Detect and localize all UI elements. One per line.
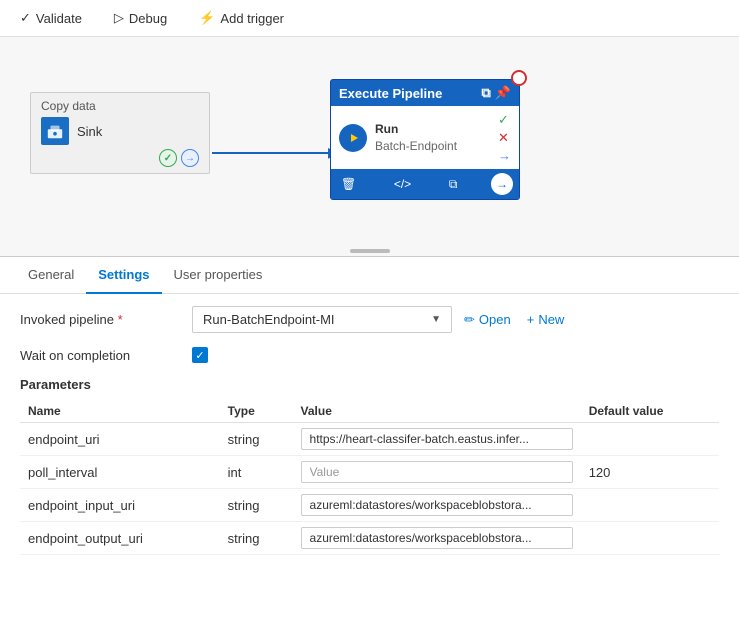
- tab-user-properties[interactable]: User properties: [162, 257, 275, 294]
- run-sub: Batch-Endpoint: [375, 138, 457, 155]
- param-default-value: [581, 423, 719, 456]
- settings-panel: Invoked pipeline * Run-BatchEndpoint-MI …: [0, 294, 739, 567]
- validate-icon: ✓: [20, 10, 31, 26]
- sink-label: Sink: [77, 124, 102, 139]
- param-default-value: [581, 489, 719, 522]
- wait-completion-checkbox[interactable]: ✓: [192, 347, 208, 363]
- error-indicator: [511, 70, 527, 86]
- table-row: endpoint_uristring: [20, 423, 719, 456]
- debug-button[interactable]: ▷ Debug: [110, 8, 171, 28]
- param-name: endpoint_output_uri: [20, 522, 220, 555]
- pipeline-select-dropdown[interactable]: Run-BatchEndpoint-MI ▼: [192, 306, 452, 333]
- toolbar: ✓ Validate ▷ Debug ⚡ Add trigger: [0, 0, 739, 37]
- arrow-connector-badge: →: [181, 149, 199, 167]
- success-connector: ✓: [159, 149, 177, 167]
- code-node-button[interactable]: </>: [390, 175, 415, 193]
- col-header-value: Value: [293, 400, 581, 423]
- table-row: endpoint_output_uristring: [20, 522, 719, 555]
- param-value-cell: [293, 423, 581, 456]
- invoked-pipeline-label: Invoked pipeline *: [20, 312, 180, 327]
- status-success: ✓: [498, 112, 511, 128]
- node-status-indicators: ✓ ✕ →: [498, 112, 511, 163]
- plus-icon: +: [527, 312, 535, 327]
- execute-node-header: Execute Pipeline ⧉ 📌: [331, 80, 519, 106]
- chevron-down-icon: ▼: [431, 314, 441, 325]
- execute-node-body: Run Batch-Endpoint ✓ ✕ →: [331, 106, 519, 169]
- param-value-cell: [293, 489, 581, 522]
- params-header-row: Name Type Value Default value: [20, 400, 719, 423]
- param-type: string: [220, 489, 293, 522]
- param-value-cell: [293, 456, 581, 489]
- bottom-panel: General Settings User properties Invoked…: [0, 257, 739, 567]
- col-header-default: Default value: [581, 400, 719, 423]
- copy-node-button[interactable]: ⧉: [445, 175, 462, 194]
- new-pipeline-button[interactable]: + New: [523, 310, 569, 329]
- param-value-cell: [293, 522, 581, 555]
- wait-completion-row: Wait on completion ✓: [20, 347, 719, 363]
- pin-icon[interactable]: 📌: [495, 85, 511, 101]
- pipeline-arrow: ▶: [212, 144, 339, 161]
- tab-general[interactable]: General: [16, 257, 86, 294]
- run-icon: [339, 124, 367, 152]
- param-value-input[interactable]: [301, 461, 573, 483]
- external-link-icon[interactable]: ⧉: [482, 85, 491, 101]
- validate-button[interactable]: ✓ Validate: [16, 8, 86, 28]
- param-name: poll_interval: [20, 456, 220, 489]
- execute-node-actions: 🗑 </> ⧉ →: [331, 169, 519, 199]
- pencil-icon: ✏: [464, 312, 475, 328]
- required-marker: *: [118, 312, 123, 327]
- invoked-pipeline-row: Invoked pipeline * Run-BatchEndpoint-MI …: [20, 306, 719, 333]
- parameters-table: Name Type Value Default value endpoint_u…: [20, 400, 719, 555]
- execute-node-header-icons: ⧉ 📌: [482, 85, 511, 101]
- param-type: string: [220, 522, 293, 555]
- parameters-title: Parameters: [20, 377, 719, 392]
- sink-icon: [41, 117, 69, 145]
- tabs-bar: General Settings User properties: [0, 257, 739, 294]
- panel-divider[interactable]: [350, 249, 390, 253]
- parameters-section: Parameters Name Type Value Default value…: [20, 377, 719, 555]
- wait-completion-label: Wait on completion: [20, 348, 180, 363]
- copy-data-node[interactable]: Copy data Sink ✓ →: [30, 92, 210, 174]
- debug-icon: ▷: [114, 10, 124, 26]
- param-default-value: 120: [581, 456, 719, 489]
- param-value-input[interactable]: [301, 527, 573, 549]
- pipeline-select-value: Run-BatchEndpoint-MI: [203, 312, 431, 327]
- tab-settings[interactable]: Settings: [86, 257, 161, 294]
- param-type: int: [220, 456, 293, 489]
- delete-node-button[interactable]: 🗑: [337, 175, 360, 193]
- status-arrow: →: [498, 148, 511, 163]
- add-trigger-button[interactable]: ⚡ Add trigger: [195, 8, 288, 28]
- param-type: string: [220, 423, 293, 456]
- execute-node-title: Execute Pipeline: [339, 86, 442, 101]
- run-name: Run: [375, 121, 457, 138]
- col-header-name: Name: [20, 400, 220, 423]
- copy-data-title: Copy data: [41, 99, 199, 113]
- table-row: poll_intervalint 120: [20, 456, 719, 489]
- param-default-value: [581, 522, 719, 555]
- execute-pipeline-node[interactable]: Execute Pipeline ⧉ 📌 Run Batch-Endpoint …: [330, 79, 520, 200]
- param-value-input[interactable]: [301, 428, 573, 450]
- pipeline-select-wrap: Run-BatchEndpoint-MI ▼ ✏ Open + New: [192, 306, 719, 333]
- table-row: endpoint_input_uristring: [20, 489, 719, 522]
- param-name: endpoint_input_uri: [20, 489, 220, 522]
- open-pipeline-button[interactable]: ✏ Open: [460, 310, 515, 330]
- col-header-type: Type: [220, 400, 293, 423]
- param-name: endpoint_uri: [20, 423, 220, 456]
- add-trigger-icon: ⚡: [199, 10, 215, 26]
- param-value-input[interactable]: [301, 494, 573, 516]
- pipeline-canvas: Copy data Sink ✓ → ▶ Execute Pipeline: [0, 37, 739, 257]
- next-node-button[interactable]: →: [491, 173, 513, 195]
- status-error: ✕: [498, 130, 511, 146]
